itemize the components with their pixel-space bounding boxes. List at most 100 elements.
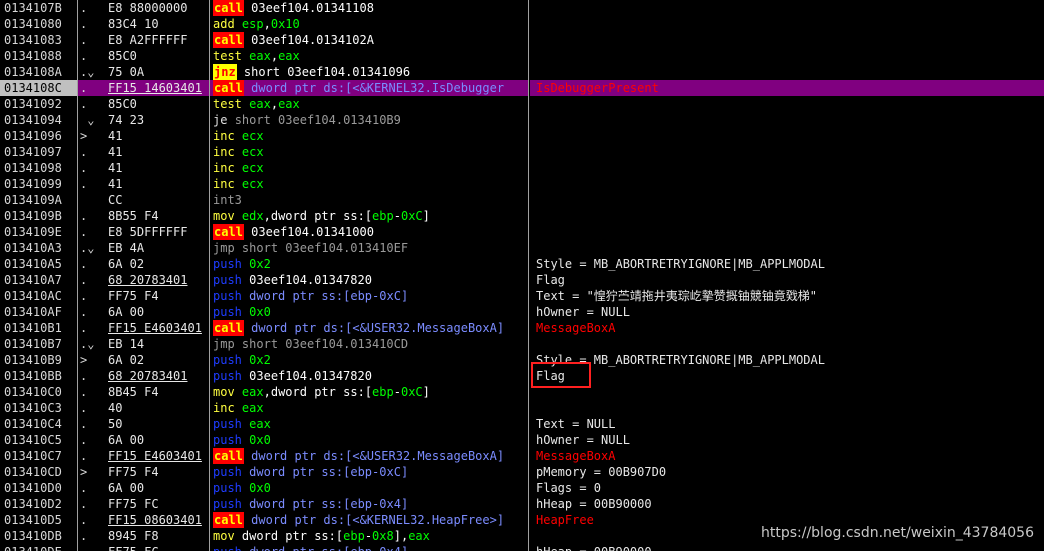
bytes-cell[interactable]: . 41 — [78, 176, 210, 192]
bytes-cell[interactable]: . E8 88000000 — [78, 0, 210, 16]
instruction-row[interactable]: inc eax — [210, 400, 528, 416]
instruction-row[interactable]: je short 03eef104.013410B9 — [210, 112, 528, 128]
bytes-cell[interactable]: .⌄ 75 0A — [78, 64, 210, 80]
bytes-cell[interactable]: . 50 — [78, 416, 210, 432]
instruction-row[interactable]: inc ecx — [210, 176, 528, 192]
address-cell[interactable]: 0134109B — [0, 208, 78, 224]
instruction-row[interactable]: push 03eef104.01347820 — [210, 272, 528, 288]
bytes-cell[interactable]: . 6A 00 — [78, 432, 210, 448]
instruction-row[interactable]: push 0x0 — [210, 480, 528, 496]
instruction-row[interactable]: mov dword ptr ss:[ebp-0x8],eax — [210, 528, 528, 544]
instruction-row[interactable]: jnz short 03eef104.01341096 — [210, 64, 528, 80]
bytes-cell[interactable]: . 68 20783401 — [78, 272, 210, 288]
bytes-cell[interactable]: . FF15 08603401 — [78, 512, 210, 528]
address-cell[interactable]: 013410A3 — [0, 240, 78, 256]
bytes-cell[interactable]: .⌄ EB 4A — [78, 240, 210, 256]
bytes-cell[interactable]: . 6A 00 — [78, 304, 210, 320]
address-cell[interactable]: 013410CD — [0, 464, 78, 480]
instruction-row[interactable]: push 0x2 — [210, 256, 528, 272]
bytes-cell[interactable]: .FF75 FC — [78, 496, 210, 512]
bytes-cell[interactable]: . 6A 02 — [78, 256, 210, 272]
address-cell[interactable]: 013410AF — [0, 304, 78, 320]
address-cell[interactable]: 01341097 — [0, 144, 78, 160]
bytes-cell[interactable]: . FF15 14603401 — [78, 80, 210, 96]
address-cell[interactable]: 0134108C — [0, 80, 78, 96]
bytes-cell[interactable]: . FF15 E4603401 — [78, 320, 210, 336]
instruction-row[interactable]: jmp short 03eef104.013410EF — [210, 240, 528, 256]
bytes-cell[interactable]: . 8B45 F4 — [78, 384, 210, 400]
address-cell[interactable]: 013410C7 — [0, 448, 78, 464]
instruction-row[interactable]: test eax,eax — [210, 48, 528, 64]
address-cell[interactable]: 0134107B — [0, 0, 78, 16]
address-cell[interactable]: 01341094 — [0, 112, 78, 128]
address-cell[interactable]: 013410DB — [0, 528, 78, 544]
bytes-cell[interactable]: . 68 20783401 — [78, 368, 210, 384]
instruction-row[interactable]: push dword ptr ss:[ebp-0x4] — [210, 544, 528, 551]
bytes-cell[interactable]: . 85C0 — [78, 96, 210, 112]
instruction-row[interactable]: mov edx,dword ptr ss:[ebp-0xC] — [210, 208, 528, 224]
instruction-row[interactable]: mov eax,dword ptr ss:[ebp-0xC] — [210, 384, 528, 400]
bytes-cell[interactable]: . FF75 F4 — [78, 288, 210, 304]
bytes-cell[interactable]: . E8 5DFFFFFF — [78, 224, 210, 240]
bytes-cell[interactable]: . 6A 00 — [78, 480, 210, 496]
address-cell[interactable]: 01341080 — [0, 16, 78, 32]
bytes-cell[interactable]: > FF75 F4 — [78, 464, 210, 480]
address-cell[interactable]: 013410AC — [0, 288, 78, 304]
bytes-cell[interactable]: . E8 A2FFFFFF — [78, 32, 210, 48]
bytes-cell[interactable]: . FF15 E4603401 — [78, 448, 210, 464]
instruction-row[interactable]: add esp,0x10 — [210, 16, 528, 32]
instruction-row[interactable]: push 0x0 — [210, 304, 528, 320]
instruction-row[interactable]: call dword ptr ds:[<&KERNEL32.IsDebugger — [210, 80, 528, 96]
instruction-row[interactable]: int3 — [210, 192, 528, 208]
address-cell[interactable]: 013410B7 — [0, 336, 78, 352]
address-cell[interactable]: 013410B1 — [0, 320, 78, 336]
bytes-cell[interactable]: . 41 — [78, 144, 210, 160]
address-cell[interactable]: 0134109A — [0, 192, 78, 208]
instruction-row[interactable]: inc ecx — [210, 144, 528, 160]
instruction-row[interactable]: push eax — [210, 416, 528, 432]
address-cell[interactable]: 013410D0 — [0, 480, 78, 496]
instruction-row[interactable]: call 03eef104.01341108 — [210, 0, 528, 16]
bytes-cell[interactable]: ⌄ 74 23 — [78, 112, 210, 128]
bytes-cell[interactable]: . 83C4 10 — [78, 16, 210, 32]
instruction-row[interactable]: call 03eef104.0134102A — [210, 32, 528, 48]
instruction-row[interactable]: call dword ptr ds:[<&USER32.MessageBoxA] — [210, 448, 528, 464]
bytes-cell[interactable]: .FF75 FC — [78, 544, 210, 551]
bytes-cell[interactable]: . 40 — [78, 400, 210, 416]
instruction-row[interactable]: call 03eef104.01341000 — [210, 224, 528, 240]
address-cell[interactable]: 013410A7 — [0, 272, 78, 288]
instruction-row[interactable]: push dword ptr ss:[ebp-0xC] — [210, 464, 528, 480]
bytes-cell[interactable]: . 85C0 — [78, 48, 210, 64]
instruction-row[interactable]: push 03eef104.01347820 — [210, 368, 528, 384]
address-cell[interactable]: 013410C0 — [0, 384, 78, 400]
instruction-row[interactable]: call dword ptr ds:[<&KERNEL32.HeapFree>] — [210, 512, 528, 528]
address-cell[interactable]: 01341092 — [0, 96, 78, 112]
instruction-row[interactable]: push dword ptr ss:[ebp-0x4] — [210, 496, 528, 512]
address-cell[interactable]: 013410D5 — [0, 512, 78, 528]
address-cell[interactable]: 013410C4 — [0, 416, 78, 432]
address-cell[interactable]: 013410C3 — [0, 400, 78, 416]
address-cell[interactable]: 013410A5 — [0, 256, 78, 272]
address-cell[interactable]: 013410C5 — [0, 432, 78, 448]
address-cell[interactable]: 01341083 — [0, 32, 78, 48]
address-cell[interactable]: 013410BB — [0, 368, 78, 384]
address-cell[interactable]: 013410B9 — [0, 352, 78, 368]
bytes-cell[interactable]: . 8945 F8 — [78, 528, 210, 544]
instruction-row[interactable]: test eax,eax — [210, 96, 528, 112]
bytes-cell[interactable]: . 41 — [78, 160, 210, 176]
instruction-row[interactable]: push 0x0 — [210, 432, 528, 448]
address-cell[interactable]: 013410DE — [0, 544, 78, 551]
address-cell[interactable]: 0134108A — [0, 64, 78, 80]
instruction-row[interactable]: inc ecx — [210, 160, 528, 176]
address-cell[interactable]: 0134109E — [0, 224, 78, 240]
address-cell[interactable]: 01341099 — [0, 176, 78, 192]
instruction-row[interactable]: jmp short 03eef104.013410CD — [210, 336, 528, 352]
instruction-row[interactable]: push 0x2 — [210, 352, 528, 368]
address-cell[interactable]: 013410D2 — [0, 496, 78, 512]
instruction-row[interactable]: call dword ptr ds:[<&USER32.MessageBoxA] — [210, 320, 528, 336]
bytes-cell[interactable]: >6A 02 — [78, 352, 210, 368]
bytes-cell[interactable]: . 8B55 F4 — [78, 208, 210, 224]
address-cell[interactable]: 01341096 — [0, 128, 78, 144]
bytes-cell[interactable]: .⌄ EB 14 — [78, 336, 210, 352]
bytes-cell[interactable]: >41 — [78, 128, 210, 144]
